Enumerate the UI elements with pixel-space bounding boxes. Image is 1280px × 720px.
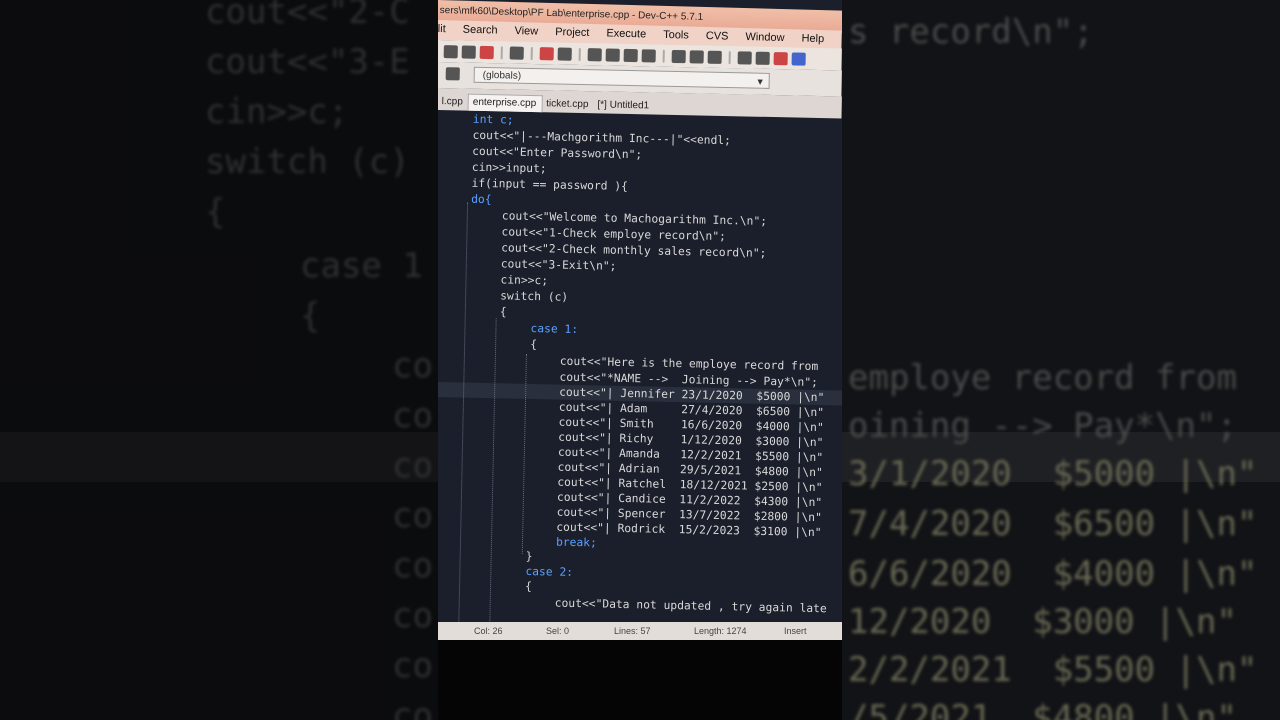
redo-icon[interactable] (557, 47, 572, 61)
compile-run-icon[interactable] (773, 51, 788, 65)
chevron-down-icon: ▼ (755, 76, 765, 87)
close-file-icon[interactable] (479, 45, 494, 59)
menu-view[interactable]: View (505, 22, 546, 43)
scope-dropdown[interactable]: (globals) ▼ (473, 66, 770, 89)
indent-right-icon[interactable] (689, 49, 704, 64)
code-line: cin>>input; (471, 160, 547, 176)
scope-value: (globals) (482, 69, 522, 82)
code-line: { (524, 579, 533, 594)
code-line: cout<<"Data not updated , try again late (554, 596, 827, 616)
code-line: { (499, 305, 507, 319)
compile-icon[interactable] (737, 50, 752, 65)
code-line: int c; (472, 112, 514, 127)
status-bar: Col: 26 Sel: 0 Lines: 57 Length: 1274 In… (438, 622, 842, 640)
save-all-icon[interactable] (461, 45, 476, 59)
code-line: cout<<"1-Check employe record\n"; (501, 225, 727, 244)
code-line: case 1: (530, 321, 579, 336)
project-icon[interactable] (445, 67, 460, 81)
code-line: if(input == password ){ (471, 176, 629, 193)
rebuild-icon[interactable] (791, 51, 806, 66)
code-line: cout<<"|---Machgorithm Inc---|"<<endl; (472, 128, 732, 148)
save-icon[interactable] (443, 44, 458, 58)
run-icon[interactable] (755, 51, 770, 65)
status-lines: Lines: 57 (614, 626, 651, 636)
find-next-icon[interactable] (623, 48, 638, 62)
code-line: cout<<"Here is the employe record from (559, 354, 819, 374)
bg-text: 3/1/2020 $5000 |\n" (848, 454, 1258, 494)
tab-l-cpp[interactable]: l.cpp (438, 94, 468, 111)
code-line: switch (c) (500, 289, 569, 304)
undo-icon[interactable] (539, 46, 554, 60)
goto-line-icon[interactable] (641, 48, 656, 63)
code-line: { (530, 337, 538, 352)
replace-icon[interactable] (605, 48, 620, 62)
code-line: break; (555, 535, 597, 550)
ide-window: sers\mfk60\Desktop\PF Lab\enterprise.cpp… (438, 0, 842, 640)
code-line: cout<<"Welcome to Machogarithm Inc.\n"; (501, 209, 768, 228)
code-line: cout<<"3-Exit\n"; (500, 257, 617, 273)
bg-text: 6/6/2020 $4000 |\n" (848, 554, 1258, 594)
menu-edit[interactable]: lit (438, 20, 454, 40)
code-line: do{ (471, 192, 492, 207)
indent-left-icon[interactable] (671, 49, 686, 63)
status-col: Col: 26 (474, 626, 503, 636)
print-icon[interactable] (509, 46, 524, 60)
code-line: cout<<"2-Check monthly sales record\n"; (501, 241, 767, 260)
code-editor[interactable]: int c; cout<<"|---Machgorithm Inc---|"<<… (438, 112, 842, 633)
status-length: Length: 1274 (694, 626, 747, 636)
tab-untitled1[interactable]: [*] Untitled1 (593, 97, 654, 114)
bg-text: s record\n"; (848, 12, 1094, 52)
bookmark-icon[interactable] (707, 50, 722, 64)
find-icon[interactable] (587, 47, 602, 61)
code-line: cin>>c; (500, 273, 549, 288)
code-line: cout<<"Enter Password\n"; (472, 144, 643, 162)
tab-enterprise-cpp[interactable]: enterprise.cpp (467, 93, 543, 113)
menu-search[interactable]: Search (453, 20, 505, 41)
bg-text: oining --> Pay*\n"; (848, 406, 1237, 446)
status-mode: Insert (784, 626, 807, 636)
status-sel: Sel: 0 (546, 626, 570, 636)
bg-text: 7/4/2020 $6500 |\n" (848, 504, 1258, 544)
menu-tools[interactable]: Tools (654, 26, 697, 47)
menu-execute[interactable]: Execute (597, 24, 654, 45)
bg-text: 12/2020 $3000 |\n" (848, 602, 1237, 642)
bg-text: /5/2021 $4800 |\n" (848, 698, 1237, 720)
bg-text: 2/2/2021 $5500 |\n" (848, 650, 1258, 690)
bg-text: employe record from (848, 358, 1237, 398)
menu-project[interactable]: Project (546, 23, 598, 44)
code-line: case 2: (525, 564, 574, 579)
tab-ticket-cpp[interactable]: ticket.cpp (542, 96, 594, 113)
code-line: } (525, 549, 533, 564)
